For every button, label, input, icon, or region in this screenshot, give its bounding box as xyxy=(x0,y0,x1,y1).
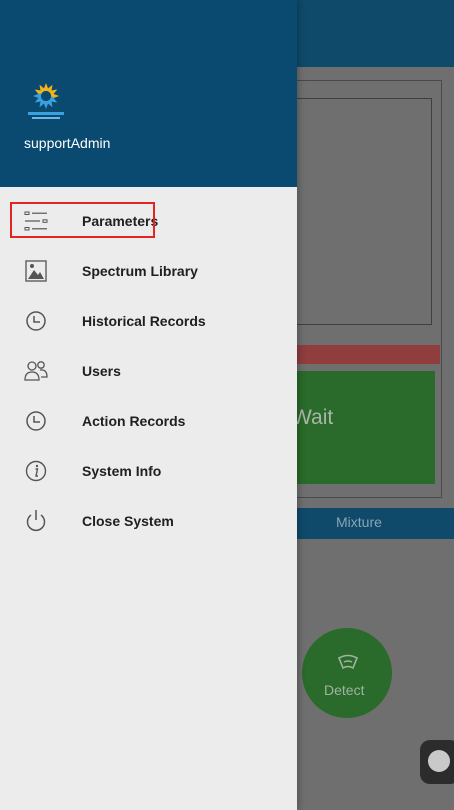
menu-label-close-system: Close System xyxy=(82,513,174,529)
wait-status-text: Wait xyxy=(292,406,334,429)
menu-item-users[interactable]: Users xyxy=(0,346,297,396)
detect-label: Detect xyxy=(324,682,365,698)
menu-label-users: Users xyxy=(82,363,121,379)
menu-item-system-info[interactable]: System Info xyxy=(0,446,297,496)
menu-item-spectrum-library[interactable]: Spectrum Library xyxy=(0,246,297,296)
power-icon xyxy=(24,509,48,533)
parameters-highlight xyxy=(10,202,155,238)
clock-icon xyxy=(24,409,48,433)
spectrum-display xyxy=(290,98,432,325)
progress-bar xyxy=(290,345,440,364)
users-icon xyxy=(24,359,48,383)
detect-icon xyxy=(337,654,359,670)
menu-item-action-records[interactable]: Action Records xyxy=(0,396,297,446)
menu-label-historical-records: Historical Records xyxy=(82,313,206,329)
navigation-drawer: supportAdmin Parameters Spectrum Library… xyxy=(0,0,297,810)
clock-icon xyxy=(24,309,48,333)
info-icon xyxy=(24,459,48,483)
menu-label-action-records: Action Records xyxy=(82,413,186,429)
drawer-header: supportAdmin xyxy=(0,0,297,187)
image-icon xyxy=(24,259,48,283)
menu-item-historical-records[interactable]: Historical Records xyxy=(0,296,297,346)
menu-label-system-info: System Info xyxy=(82,463,162,479)
detect-button[interactable] xyxy=(302,628,392,718)
mixture-label: Mixture xyxy=(336,514,382,530)
user-name: supportAdmin xyxy=(24,135,111,151)
optosky-logo xyxy=(28,83,64,119)
menu-label-spectrum-library: Spectrum Library xyxy=(82,263,198,279)
menu-item-close-system[interactable]: Close System xyxy=(0,496,297,546)
floating-assist-dot xyxy=(428,750,450,772)
drawer-menu: Parameters Spectrum Library Historical R… xyxy=(0,196,297,546)
